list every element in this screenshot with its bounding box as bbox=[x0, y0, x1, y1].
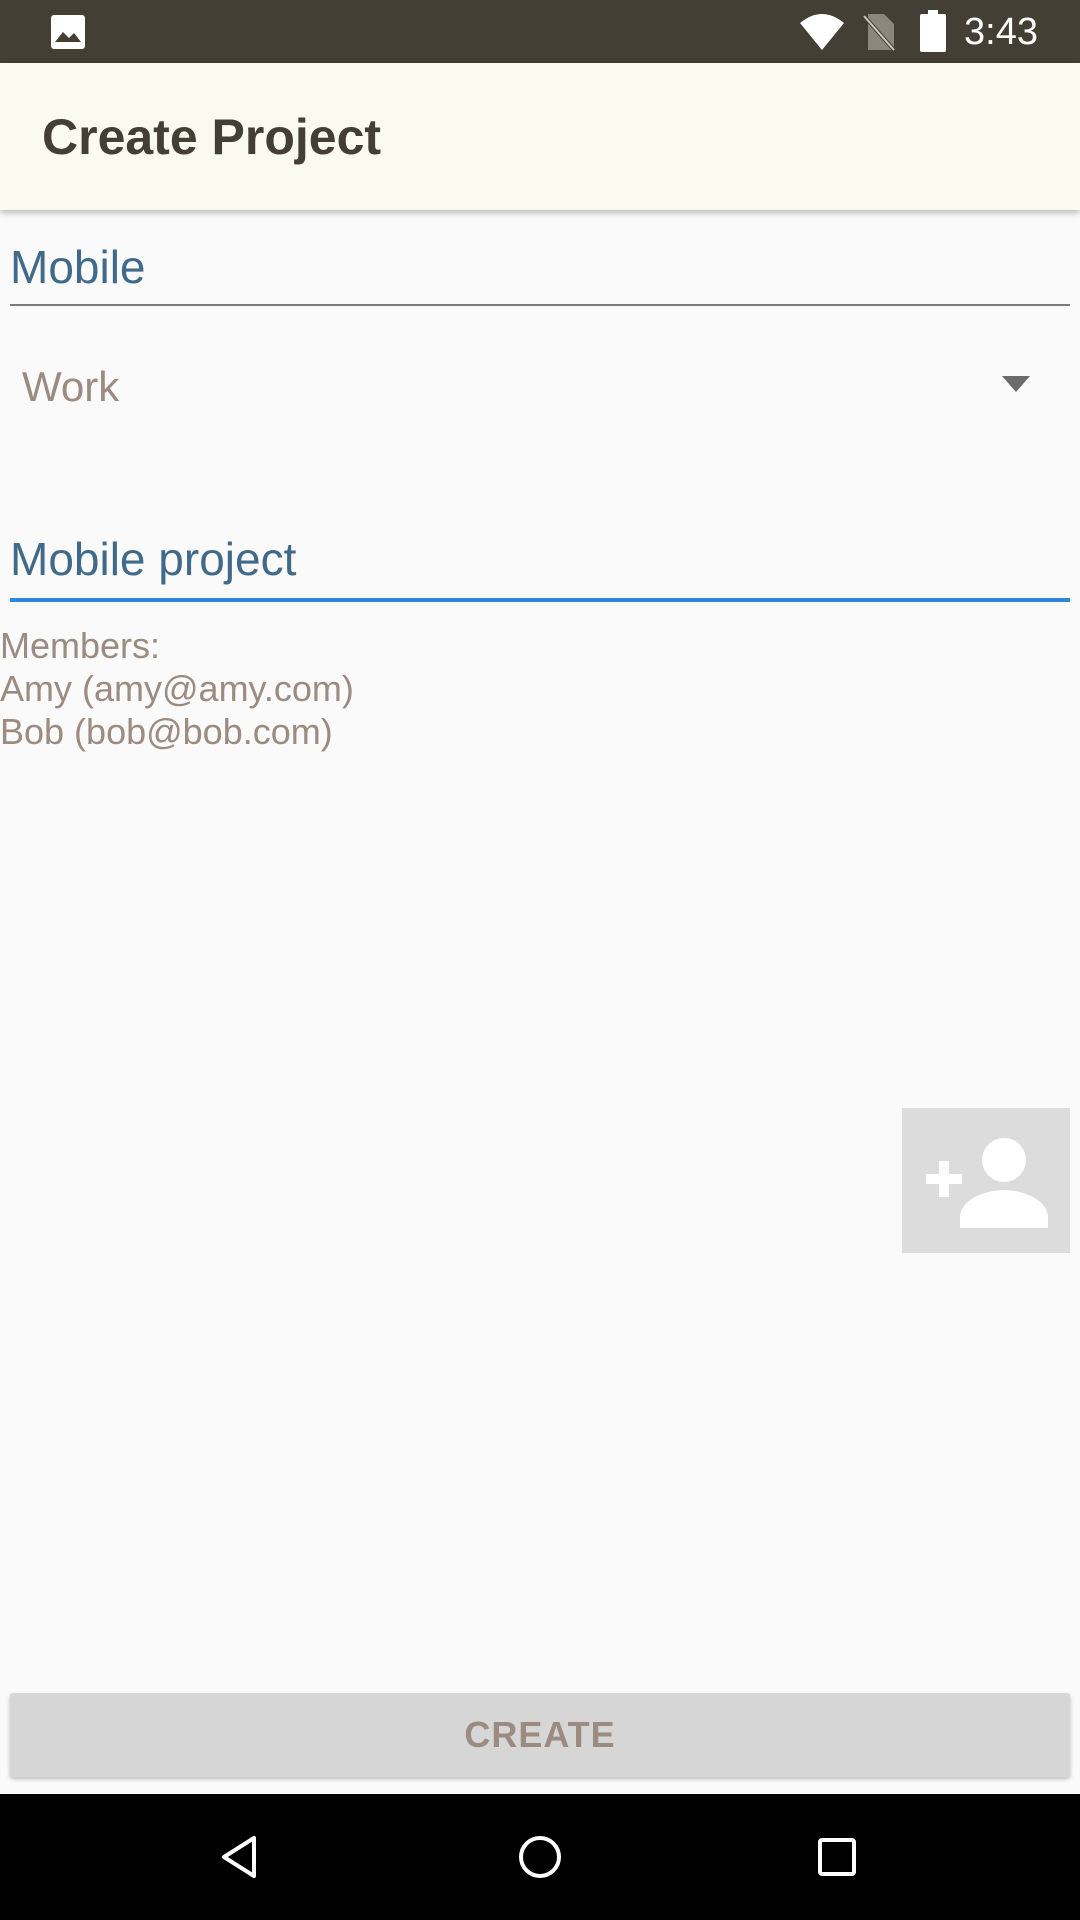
battery-icon bbox=[920, 10, 946, 52]
project-description-value[interactable]: Mobile project bbox=[10, 532, 296, 586]
back-icon[interactable] bbox=[216, 1832, 266, 1882]
gallery-icon bbox=[51, 15, 85, 49]
status-bar: 3:43 bbox=[0, 0, 1080, 63]
create-button[interactable]: CREATE bbox=[10, 1693, 1070, 1777]
list-item: Amy (amy@amy.com) bbox=[0, 668, 354, 709]
create-button-label: CREATE bbox=[464, 1714, 616, 1755]
clock: 3:43 bbox=[964, 11, 1038, 53]
add-member-button[interactable] bbox=[902, 1108, 1070, 1253]
category-dropdown[interactable]: Work bbox=[10, 340, 1070, 430]
list-item: Bob (bob@bob.com) bbox=[0, 711, 333, 752]
dropdown-arrow-icon bbox=[1002, 376, 1030, 392]
recents-icon[interactable] bbox=[812, 1832, 862, 1882]
create-project-screen: 3:43 Create Project Mobile Work Mobile p… bbox=[0, 0, 1080, 1920]
add-person-icon bbox=[926, 1138, 1048, 1228]
members-list: Members: Amy (amy@amy.com) Bob (bob@bob.… bbox=[0, 624, 700, 753]
project-name-field[interactable]: Mobile bbox=[10, 232, 1070, 306]
navigation-bar bbox=[0, 1794, 1080, 1920]
app-bar: Create Project bbox=[0, 63, 1080, 210]
project-description-field[interactable]: Mobile project bbox=[10, 526, 1070, 602]
page-title: Create Project bbox=[42, 109, 382, 165]
members-heading: Members: bbox=[0, 625, 161, 666]
category-selected-value: Work bbox=[22, 363, 120, 410]
home-icon[interactable] bbox=[515, 1832, 565, 1882]
wifi-icon bbox=[800, 14, 844, 50]
no-sim-icon bbox=[862, 14, 896, 52]
project-name-value[interactable]: Mobile bbox=[10, 240, 146, 294]
